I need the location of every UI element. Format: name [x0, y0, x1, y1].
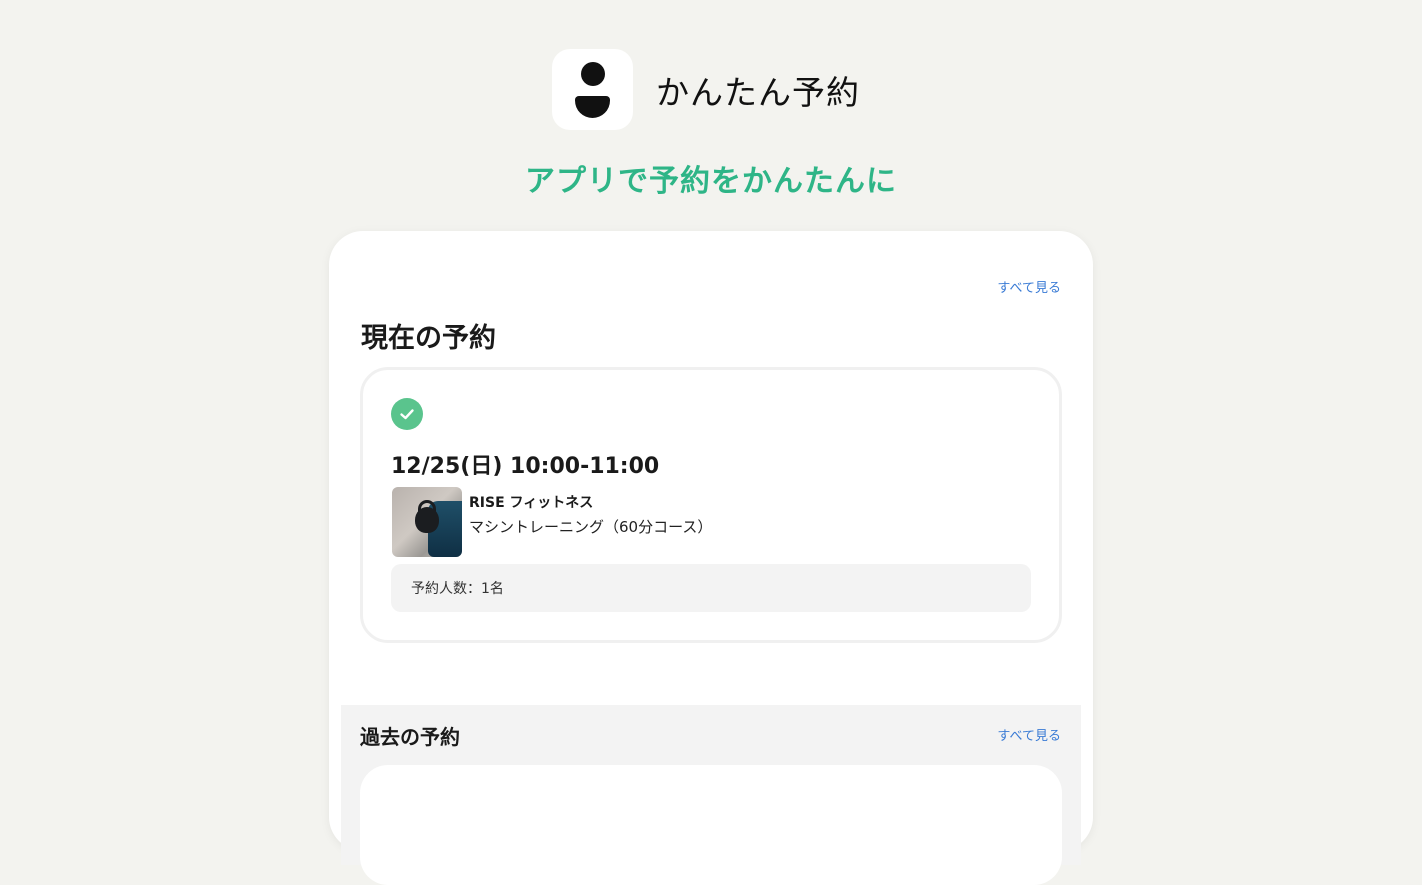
logo-head: [581, 62, 605, 86]
reservation-count: 予約人数：1名: [391, 564, 1031, 612]
check-circle-icon: [391, 398, 423, 430]
brand: かんたん予約: [552, 49, 860, 130]
course-name: マシントレーニング（60分コース）: [469, 518, 713, 536]
current-reservations-title: 現在の予約: [361, 323, 496, 354]
tagline: アプリで予約をかんたんに: [525, 164, 897, 199]
current-booking-card[interactable]: 12/25(日) 10:00-11:00 RISE フィットネス マシントレーニ…: [360, 367, 1062, 643]
reservations-panel: すべて見る 現在の予約 12/25(日) 10:00-11:00 RISE フィ…: [329, 231, 1093, 885]
app-name: かんたん予約: [656, 72, 860, 112]
past-reservations-section: 過去の予約 すべて見る: [341, 705, 1081, 885]
see-all-current-link[interactable]: すべて見る: [997, 277, 1061, 296]
app-logo-icon: [552, 49, 633, 130]
booking-datetime: 12/25(日) 10:00-11:00: [391, 454, 660, 479]
past-reservations-title: 過去の予約: [360, 725, 460, 749]
logo-body: [575, 96, 610, 118]
gym-thumbnail: [392, 487, 462, 557]
past-booking-card[interactable]: [360, 765, 1062, 885]
see-all-past-link[interactable]: すべて見る: [997, 725, 1061, 744]
gym-name: RISE フィットネス: [469, 495, 594, 511]
